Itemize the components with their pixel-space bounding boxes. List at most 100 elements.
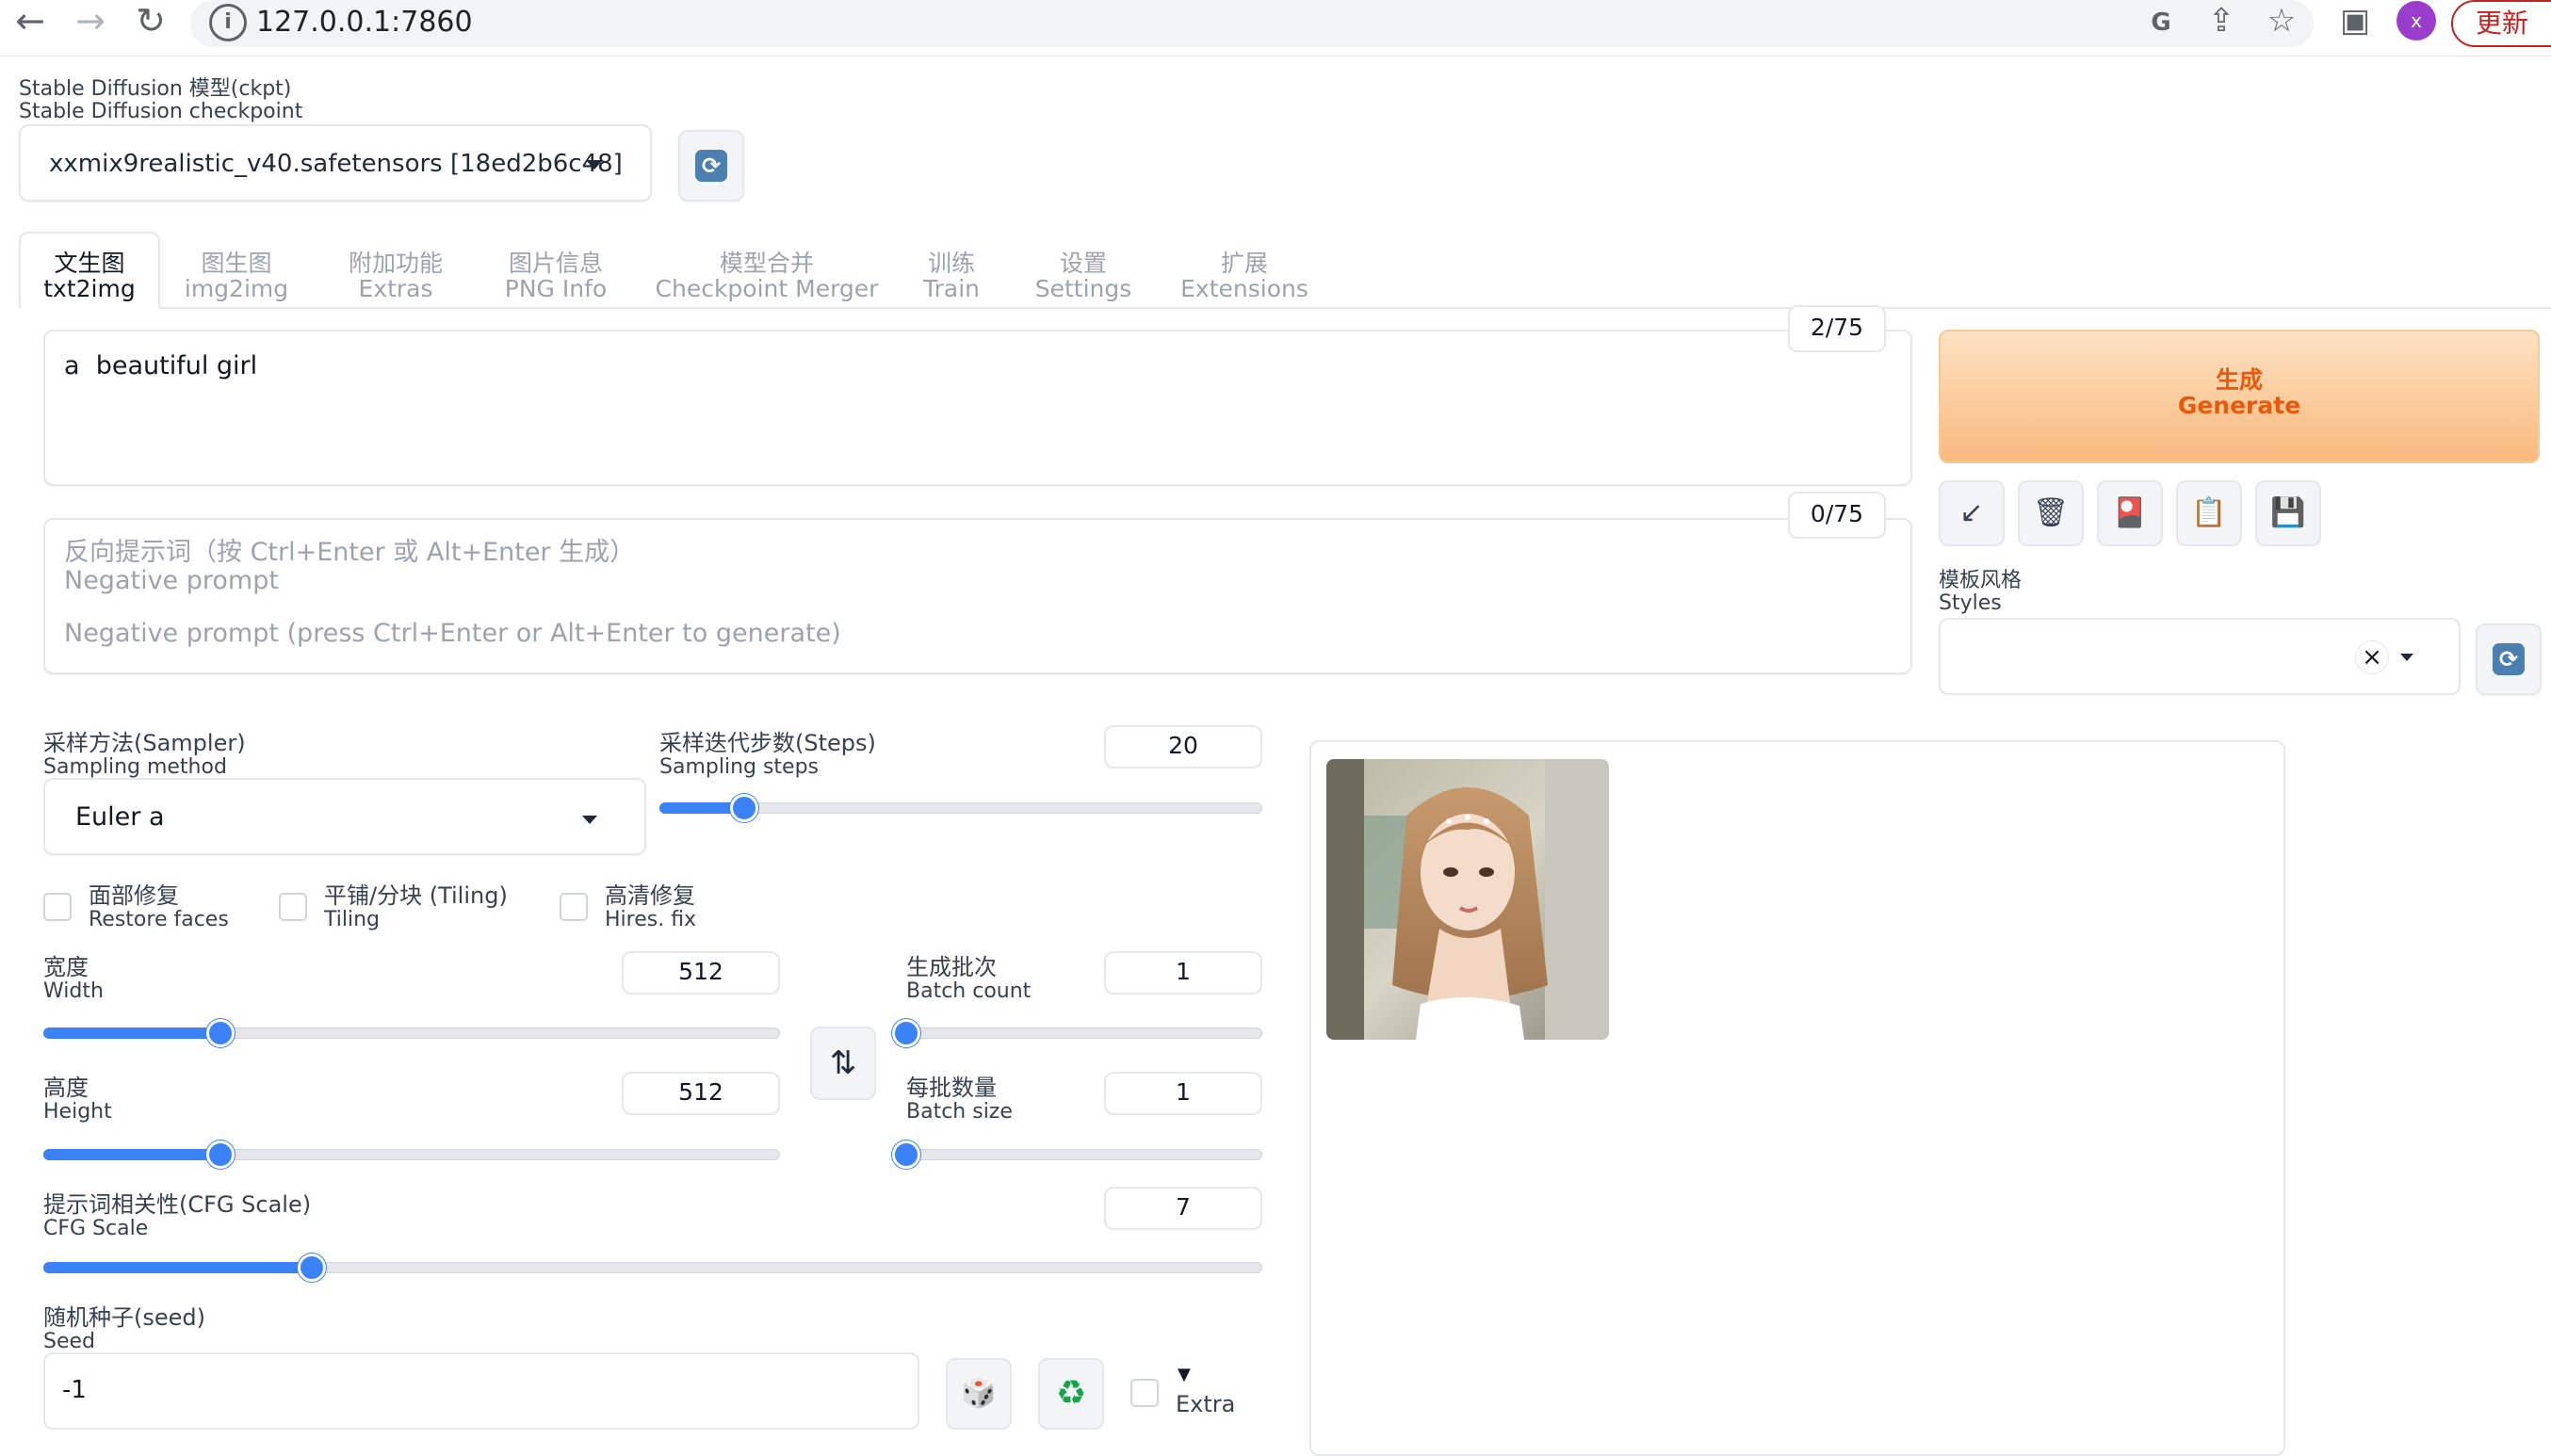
- dice-icon: 🎲: [961, 1377, 997, 1410]
- tab-txt2img-label: 文生图 txt2img: [43, 250, 136, 302]
- chevron-down-icon: [586, 160, 603, 170]
- cfg-label-en: CFG Scale: [43, 1217, 149, 1240]
- tab-extras[interactable]: 附加功能 Extras: [320, 251, 471, 301]
- random-seed-button[interactable]: 🎲: [946, 1358, 1012, 1430]
- width-slider-thumb[interactable]: [205, 1019, 235, 1047]
- batch-count-slider-track[interactable]: [906, 1027, 1262, 1039]
- chevron-down-icon: [582, 816, 597, 824]
- read-params-button[interactable]: ↙: [1939, 480, 2005, 546]
- sampler-label-cn: 采样方法(Sampler): [43, 730, 246, 756]
- clear-icon[interactable]: ×: [2355, 640, 2389, 674]
- sampler-value: Euler a: [75, 802, 165, 832]
- generate-label: 生成 Generate: [2177, 366, 2301, 419]
- back-arrow-icon[interactable]: ←: [8, 0, 53, 41]
- portrait-image: [1326, 759, 1609, 1040]
- steps-label-cn: 采样迭代步数(Steps): [659, 730, 876, 756]
- extra-label: Extra: [1176, 1391, 1236, 1417]
- width-input[interactable]: 512: [622, 951, 780, 995]
- seed-label-cn: 随机种子(seed): [43, 1304, 205, 1331]
- steps-label-en: Sampling steps: [659, 755, 820, 779]
- tab-png-info[interactable]: 图片信息 PNG Info: [480, 251, 631, 301]
- height-label-en: Height: [43, 1100, 112, 1124]
- info-icon[interactable]: i: [209, 4, 247, 41]
- width-label-cn: 宽度: [43, 954, 89, 980]
- negative-token-counter: 0/75: [1788, 492, 1886, 539]
- translate-icon[interactable]: G: [2138, 2, 2184, 43]
- generated-image-thumbnail[interactable]: [1326, 759, 1609, 1040]
- apply-style-button[interactable]: 📋: [2176, 480, 2242, 546]
- batch-size-label-cn: 每批数量: [906, 1075, 997, 1101]
- tab-train[interactable]: 训练 Train: [895, 251, 1008, 301]
- refresh-styles-button[interactable]: ⟳: [2476, 623, 2542, 695]
- height-slider-fill: [43, 1149, 220, 1160]
- clipboard-icon: 📋: [2191, 496, 2227, 529]
- height-input[interactable]: 512: [622, 1072, 780, 1115]
- checkpoint-label-cn: Stable Diffusion 模型(ckpt): [19, 77, 292, 101]
- restore-faces-checkbox[interactable]: [43, 893, 72, 921]
- extra-networks-button[interactable]: 🎴: [2097, 480, 2163, 546]
- cfg-label-cn: 提示词相关性(CFG Scale): [43, 1191, 312, 1218]
- avatar[interactable]: x: [2397, 1, 2436, 40]
- tiling-label: 平铺/分块 (Tiling) Tiling: [324, 882, 508, 931]
- save-icon: 💾: [2270, 496, 2306, 529]
- width-label-en: Width: [43, 979, 104, 1003]
- cfg-input[interactable]: 7: [1104, 1187, 1262, 1230]
- negative-prompt-placeholder: 反向提示词（按 Ctrl+Enter 或 Alt+Enter 生成） Negat…: [64, 538, 841, 648]
- swap-dimensions-button[interactable]: ⇅: [810, 1027, 876, 1100]
- steps-input[interactable]: 20: [1104, 725, 1262, 768]
- refresh-icon: ⟳: [695, 150, 727, 182]
- update-button[interactable]: 更新: [2451, 0, 2551, 47]
- forward-arrow-icon[interactable]: →: [68, 0, 113, 41]
- url-text[interactable]: 127.0.0.1:7860: [256, 2, 473, 43]
- hires-fix-checkbox[interactable]: [560, 893, 588, 921]
- seed-value: -1: [62, 1376, 87, 1404]
- batch-count-label-en: Batch count: [906, 979, 1032, 1003]
- refresh-icon: ⟳: [2493, 643, 2525, 675]
- cfg-slider-thumb[interactable]: [297, 1254, 326, 1282]
- refresh-checkpoint-button[interactable]: ⟳: [678, 130, 744, 202]
- reuse-seed-button[interactable]: ♻: [1038, 1358, 1104, 1430]
- tiling-checkbox[interactable]: [279, 893, 307, 921]
- chevron-down-icon[interactable]: [2400, 654, 2413, 661]
- seed-input[interactable]: [43, 1352, 919, 1430]
- save-style-button[interactable]: 💾: [2255, 480, 2321, 546]
- triangle-down-icon: ▼: [1178, 1365, 1191, 1384]
- width-slider-fill: [43, 1027, 220, 1039]
- trash-icon: 🗑: [2032, 496, 2070, 529]
- sidebar-icon[interactable]: ▣: [2332, 0, 2378, 41]
- prompt-textarea[interactable]: [43, 330, 1912, 486]
- tab-checkpoint-merger[interactable]: 模型合并 Checkpoint Merger: [650, 251, 884, 301]
- clear-prompt-button[interactable]: 🗑: [2018, 480, 2084, 546]
- address-bar[interactable]: [190, 0, 2314, 47]
- share-icon[interactable]: ⇪: [2199, 0, 2244, 41]
- styles-label-en: Styles: [1939, 591, 2002, 615]
- reload-icon[interactable]: ↻: [128, 0, 173, 41]
- height-slider-thumb[interactable]: [205, 1141, 235, 1169]
- batch-size-slider-thumb[interactable]: [892, 1141, 920, 1169]
- batch-size-slider-track[interactable]: [906, 1149, 1262, 1160]
- prompt-value: a beautiful girl: [64, 351, 258, 380]
- swap-arrows-icon: ⇅: [829, 1044, 857, 1082]
- extra-seed-checkbox[interactable]: [1130, 1379, 1159, 1407]
- hires-fix-label: 高清修复 Hires. fix: [605, 882, 697, 931]
- tab-settings[interactable]: 设置 Settings: [1027, 251, 1140, 301]
- height-label-cn: 高度: [43, 1075, 89, 1101]
- batch-size-input[interactable]: 1: [1104, 1072, 1262, 1115]
- batch-size-label-en: Batch size: [906, 1100, 1013, 1124]
- restore-faces-label: 面部修复 Restore faces: [89, 882, 229, 931]
- batch-count-label-cn: 生成批次: [906, 954, 997, 980]
- checkpoint-label-en: Stable Diffusion checkpoint: [19, 100, 303, 123]
- batch-count-slider-thumb[interactable]: [892, 1019, 920, 1047]
- steps-slider-thumb[interactable]: [729, 794, 758, 822]
- sampler-label-en: Sampling method: [43, 755, 227, 779]
- checkpoint-value: xxmix9realistic_v40.safetensors [18ed2b6…: [49, 150, 623, 178]
- cfg-slider-fill: [43, 1262, 312, 1273]
- styles-label-cn: 模板风格: [1939, 569, 2023, 592]
- tab-extensions[interactable]: 扩展 Extensions: [1178, 251, 1311, 301]
- tabs-divider: [19, 307, 2551, 309]
- star-icon[interactable]: ☆: [2259, 0, 2304, 41]
- recycle-icon: ♻: [1055, 1374, 1087, 1413]
- arrow-down-left-icon: ↙: [1959, 496, 1984, 529]
- tab-img2img[interactable]: 图生图 img2img: [166, 251, 307, 301]
- batch-count-input[interactable]: 1: [1104, 951, 1262, 995]
